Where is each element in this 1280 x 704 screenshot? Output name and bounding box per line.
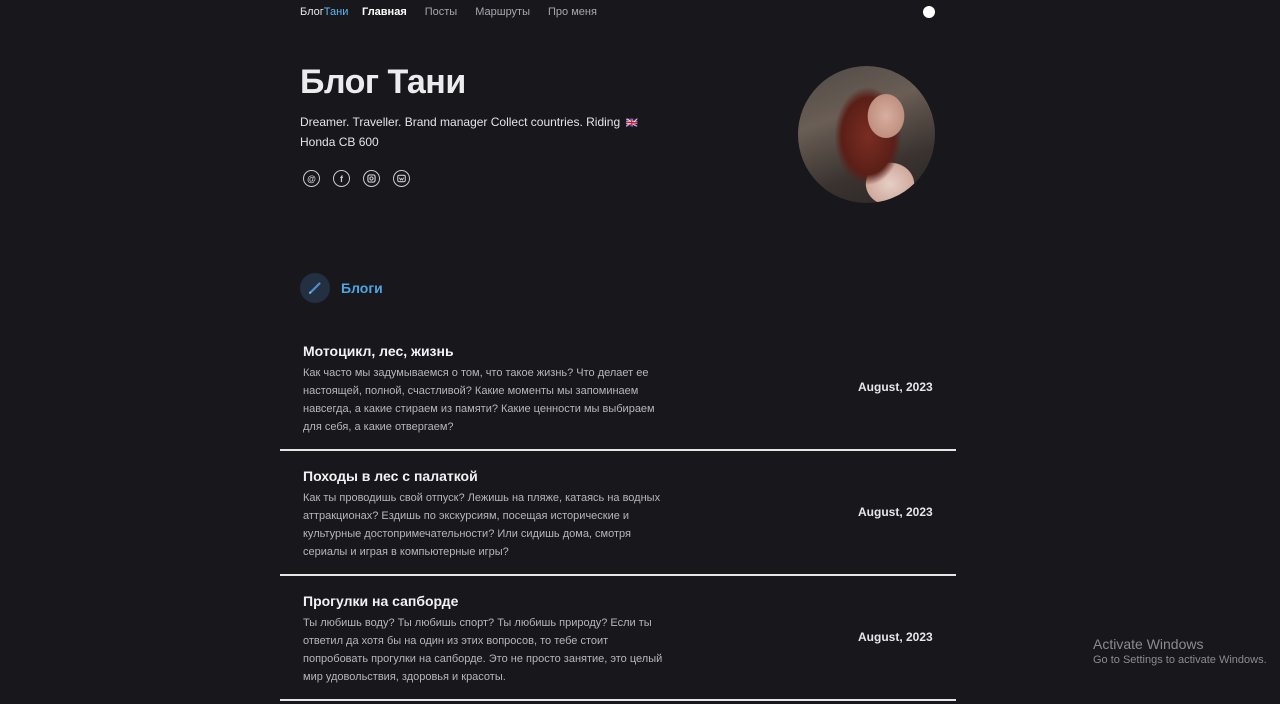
- top-nav: БлогТани Главная Посты Маршруты Про меня: [0, 0, 1280, 24]
- post-title[interactable]: Походы в лес с палаткой: [303, 468, 478, 484]
- post-date: August, 2023: [858, 630, 933, 644]
- brand-logo[interactable]: БлогТани: [300, 6, 348, 18]
- post-excerpt: Ты любишь воду? Ты любишь спорт? Ты люби…: [303, 617, 663, 683]
- nav-link-routes[interactable]: Маршруты: [475, 6, 530, 18]
- bio-text: Dreamer. Traveller. Brand manager Collec…: [300, 113, 650, 151]
- facebook-icon[interactable]: f: [333, 170, 350, 187]
- post-excerpt: Как часто мы задумываемся о том, что так…: [303, 367, 655, 433]
- theme-toggle-button[interactable]: [923, 6, 935, 18]
- bio-line-2: Honda CB 600: [300, 135, 379, 149]
- brand-prefix: Блог: [300, 6, 324, 18]
- post-date: August, 2023: [858, 380, 933, 394]
- vk-icon[interactable]: [393, 170, 410, 187]
- windows-activation-watermark: Activate Windows Go to Settings to activ…: [1093, 636, 1267, 666]
- post-title[interactable]: Мотоцикл, лес, жизнь: [303, 343, 454, 359]
- post-card[interactable]: Прогулки на сапборде Ты любишь воду? Ты …: [280, 576, 956, 701]
- activation-subtitle: Go to Settings to activate Windows.: [1093, 654, 1267, 666]
- pencil-icon: [300, 273, 330, 303]
- at-icon[interactable]: @: [303, 170, 320, 187]
- nav-link-about[interactable]: Про меня: [548, 6, 597, 18]
- flag-icon: 🇬🇧: [625, 118, 638, 129]
- page-title: Блог Тани: [300, 63, 466, 101]
- brand-accent: Тани: [323, 6, 349, 18]
- post-card[interactable]: Мотоцикл, лес, жизнь Как часто мы задумы…: [280, 326, 956, 451]
- post-excerpt: Как ты проводишь свой отпуск? Лежишь на …: [303, 492, 661, 558]
- bio-line-1: Dreamer. Traveller. Brand manager Collec…: [300, 115, 621, 129]
- nav-links: Главная Посты Маршруты Про меня: [362, 6, 615, 18]
- nav-link-posts[interactable]: Посты: [425, 6, 457, 18]
- post-card[interactable]: Походы в лес с палаткой Как ты проводишь…: [280, 451, 956, 576]
- activation-title: Activate Windows: [1093, 636, 1204, 652]
- blogs-section-header: Блоги: [300, 273, 383, 303]
- post-title[interactable]: Прогулки на сапборде: [303, 593, 458, 609]
- avatar: [798, 66, 935, 203]
- social-links: @ f: [303, 170, 410, 187]
- instagram-icon[interactable]: [363, 170, 380, 187]
- section-title[interactable]: Блоги: [341, 280, 383, 296]
- nav-link-home[interactable]: Главная: [362, 6, 407, 18]
- post-date: August, 2023: [858, 505, 933, 519]
